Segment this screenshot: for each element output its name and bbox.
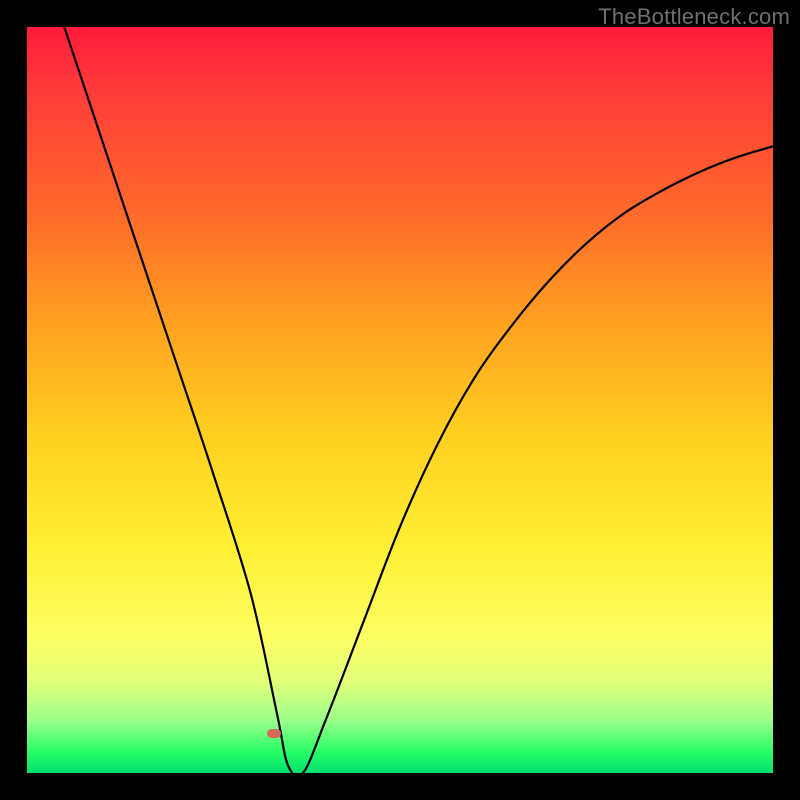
chart-frame: TheBottleneck.com [0, 0, 800, 800]
bottleneck-curve [27, 27, 773, 773]
watermark-text: TheBottleneck.com [598, 4, 790, 30]
optimum-marker [267, 729, 281, 738]
